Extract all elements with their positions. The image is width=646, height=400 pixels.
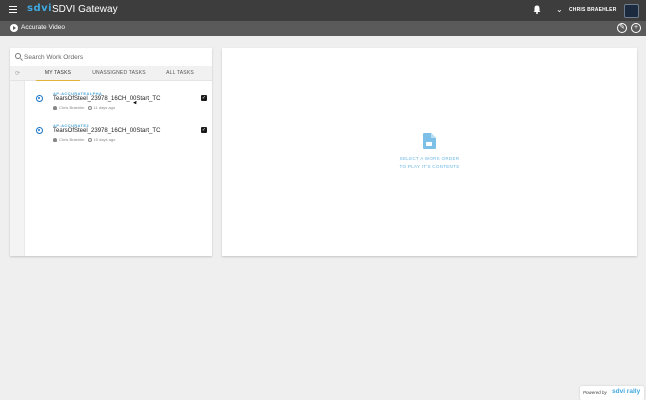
search-icon [15,53,21,59]
work-order-meta: Chris Braehler 11 days ago [53,105,115,110]
panel-gutter [10,81,25,256]
task-tabs: ⟳ MY TASKS UNASSIGNED TASKS ALL TASKS [10,66,212,81]
powered-by-badge: Powered by sdvi rally [580,386,644,400]
radio-button[interactable] [36,127,43,134]
pencil-icon: ✎ [619,24,625,31]
work-order-item[interactable]: AP-ACCURATE2 TearsOfSteel_23978_16CH_00S… [25,123,212,151]
work-orders-panel: ⟳ MY TASKS UNASSIGNED TASKS ALL TASKS AP… [10,48,212,256]
radio-button[interactable] [36,95,43,102]
work-order-name: TearsOfSteel_23978_16CH_00Start_TC [53,96,161,102]
empty-state-line-2: TO PLAY IT'S CONTENTS [399,164,460,169]
work-order-name: TearsOfSteel_23978_16CH_00Start_TC [53,128,161,134]
search-input[interactable] [24,51,204,63]
work-order-age: 10 days ago [93,137,116,142]
tab-all-tasks[interactable]: ALL TASKS [160,66,200,81]
clock-icon [87,105,92,110]
edit-button[interactable]: ✎ [617,23,627,33]
empty-state-line-1: SELECT A WORK ORDER [399,156,460,161]
add-button[interactable]: + [631,23,641,33]
work-order-user: Chris Braehler [59,137,85,142]
clock-icon [87,137,92,142]
checkbox[interactable]: ✓ [201,127,207,133]
empty-state-message: SELECT A WORK ORDER TO PLAY IT'S CONTENT… [372,155,487,171]
chevron-down-icon[interactable]: ⌄ [556,5,563,14]
work-order-meta: Chris Braehler 10 days ago [53,137,115,142]
notifications-bell-icon[interactable] [533,5,541,14]
search-bar [10,48,212,66]
app-header: sdvi SDVI Gateway ⌄ CHRIS BRAEHLER [0,0,646,21]
tab-my-tasks[interactable]: MY TASKS [36,66,80,81]
person-icon [53,137,57,142]
powered-by-label: Powered by [583,390,607,395]
player-panel: SELECT A WORK ORDER TO PLAY IT'S CONTENT… [222,48,637,256]
work-order-age: 11 days ago [93,105,116,110]
checkbox[interactable]: ✓ [201,95,207,101]
workspace-title: Accurate Video [21,24,65,31]
user-name[interactable]: CHRIS BRAEHLER [569,7,617,13]
work-order-item[interactable]: AP-ACCURATEALPHA TearsOfSteel_23978_16CH… [25,91,212,119]
play-circle-icon [10,24,18,32]
sdvi-logo: sdvi [27,3,53,14]
plus-icon: + [633,24,639,31]
document-icon [423,133,436,149]
workspace-bar: Accurate Video ✎ + [0,21,646,36]
person-icon [53,105,57,110]
app-title: SDVI Gateway [52,4,118,15]
avatar[interactable] [624,4,639,18]
tab-unassigned-tasks[interactable]: UNASSIGNED TASKS [85,66,153,81]
refresh-icon[interactable]: ⟳ [15,70,20,77]
menu-icon[interactable] [9,6,17,14]
rally-logo: sdvi rally [612,388,641,395]
work-order-user: Chris Braehler [59,105,85,110]
